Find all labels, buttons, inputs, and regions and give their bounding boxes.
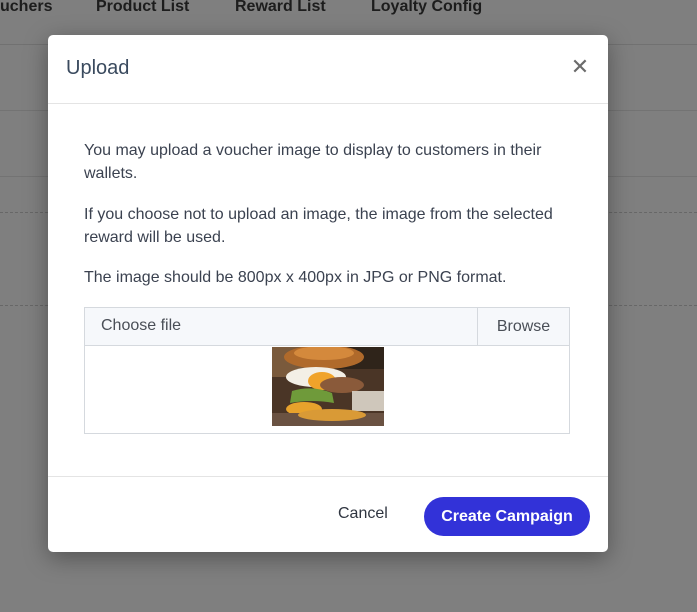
modal-footer: Cancel Create Campaign xyxy=(48,476,608,553)
format-info-text: The image should be 800px x 400px in JPG… xyxy=(84,269,507,286)
upload-modal: Upload ✕ You may upload a voucher image … xyxy=(48,35,608,552)
modal-header: Upload ✕ xyxy=(48,35,608,104)
upload-info-text: You may upload a voucher image to displa… xyxy=(84,142,542,182)
image-preview-box xyxy=(84,346,570,434)
close-icon[interactable]: ✕ xyxy=(568,55,592,79)
fallback-info-text: If you choose not to upload an image, th… xyxy=(84,206,553,246)
browse-button[interactable]: Browse xyxy=(477,308,569,345)
cancel-button[interactable]: Cancel xyxy=(338,505,388,523)
modal-title: Upload xyxy=(66,57,130,79)
file-input-label[interactable]: Choose file xyxy=(101,317,181,335)
food-image-icon xyxy=(272,347,384,426)
voucher-image-preview xyxy=(272,347,384,426)
create-campaign-button[interactable]: Create Campaign xyxy=(424,497,590,536)
file-input-group[interactable]: Choose file Browse xyxy=(84,307,570,346)
